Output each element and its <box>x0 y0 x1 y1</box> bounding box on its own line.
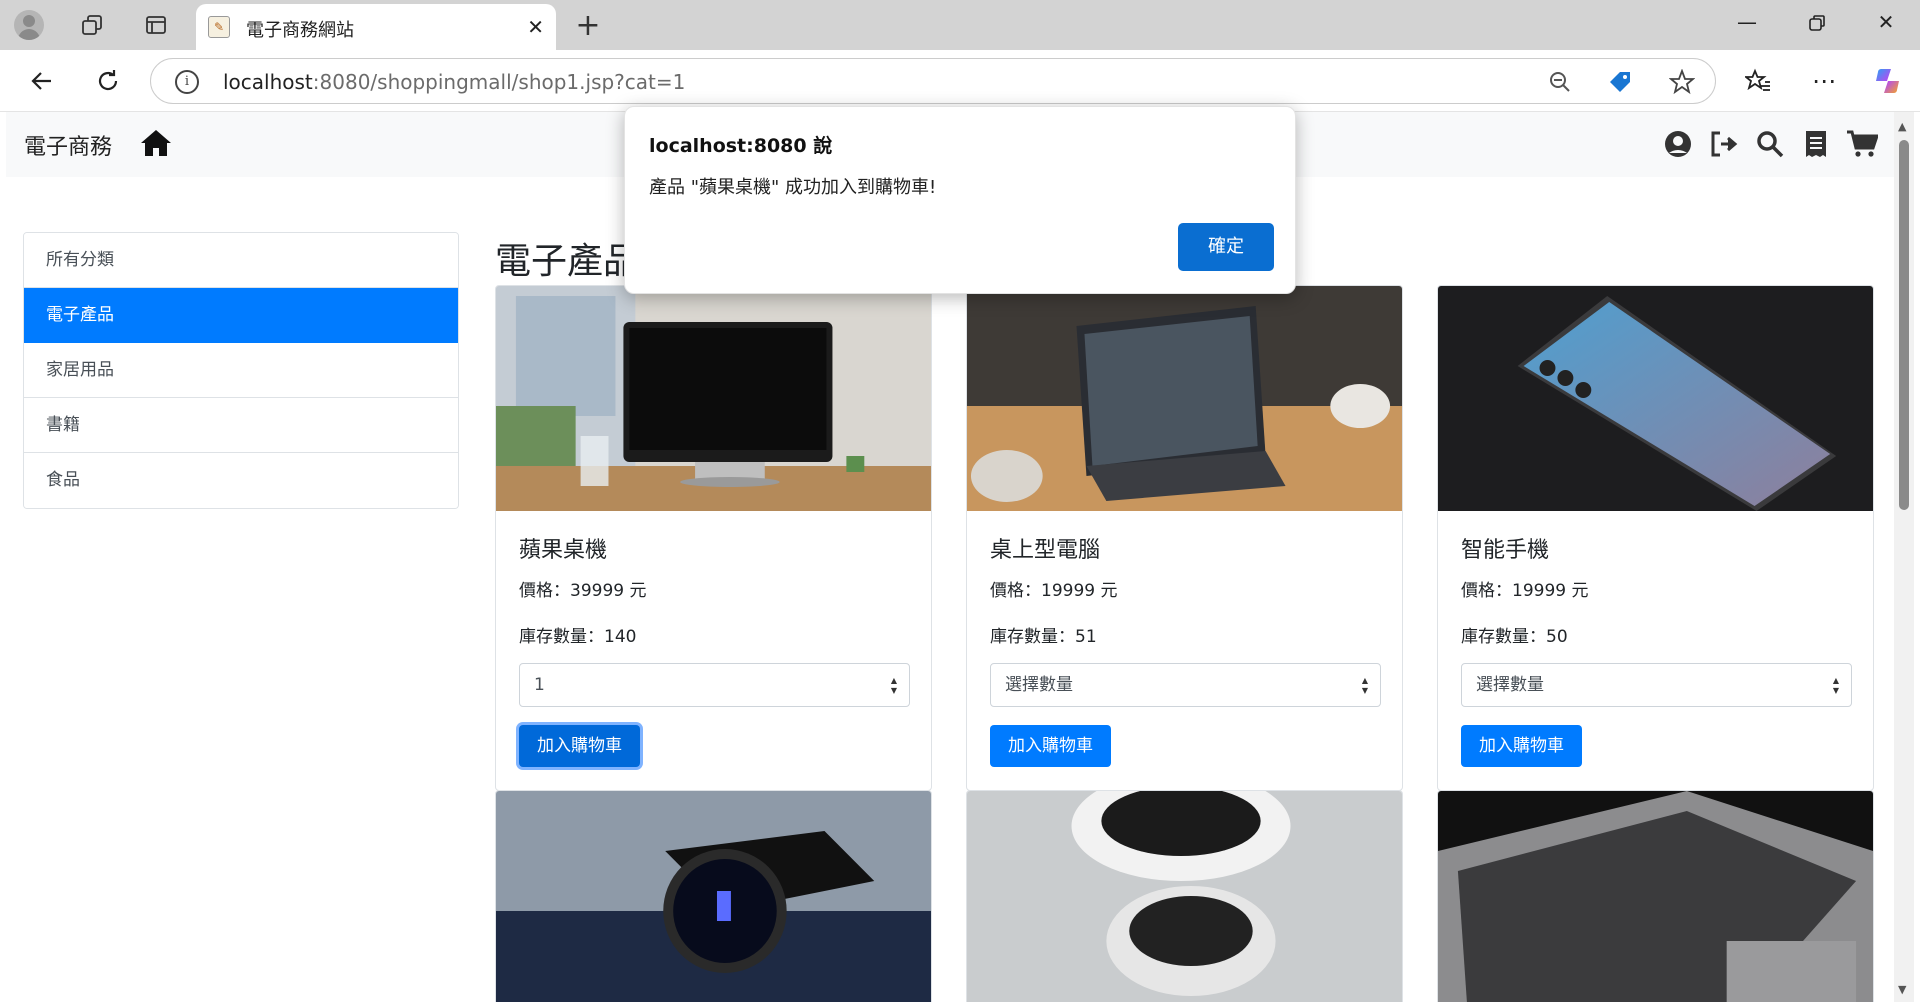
product-name: 智能手機 <box>1461 538 1550 563</box>
category-item-food[interactable]: 食品 <box>24 453 458 508</box>
product-stock: 庫存數量：140 <box>519 627 637 647</box>
search-icon[interactable] <box>1754 128 1786 160</box>
product-image-smartphone <box>1438 286 1873 511</box>
product-card: 桌上型電腦 價格：19999 元 庫存數量：51 選擇數量 ▲ ▼ 加入購物車 <box>966 285 1403 791</box>
quantity-select[interactable]: 選擇數量 ▲ ▼ <box>1461 663 1852 707</box>
product-card <box>1437 790 1874 1002</box>
category-list: 所有分類 電子產品 家居用品 書籍 食品 <box>23 232 459 509</box>
add-to-cart-button[interactable]: 加入購物車 <box>1461 725 1582 767</box>
product-card: 蘋果桌機 價格：39999 元 庫存數量：140 1 ▲ ▼ 加入購物車 <box>495 285 932 791</box>
scroll-down-icon[interactable]: ▼ <box>1898 983 1906 996</box>
product-stock: 庫存數量：50 <box>1461 627 1568 647</box>
profile-icon[interactable] <box>14 10 44 40</box>
page-scrollbar[interactable]: ▲ ▼ <box>1894 112 1914 1002</box>
dialog-title: localhost:8080 說 <box>649 135 833 157</box>
product-price: 價格：39999 元 <box>519 581 647 601</box>
product-card <box>495 790 932 1002</box>
zoom-out-icon[interactable] <box>1545 67 1575 97</box>
category-item-all[interactable]: 所有分類 <box>24 233 458 288</box>
home-icon[interactable] <box>140 128 172 162</box>
user-account-icon[interactable] <box>1662 128 1694 160</box>
back-icon[interactable] <box>22 62 62 100</box>
product-image-desktop <box>496 286 931 511</box>
browser-tab-strip: ✎ 電子商務網站 ✕ + — ✕ <box>0 0 1920 50</box>
select-arrow-icon: ▲ ▼ <box>1832 676 1839 695</box>
site-info-icon[interactable]: i <box>175 70 199 94</box>
dialog-ok-button[interactable]: 確定 <box>1178 223 1274 271</box>
product-image-tablet <box>967 286 1402 511</box>
favorites-list-icon[interactable] <box>1738 62 1778 100</box>
tab-actions-icon[interactable] <box>136 7 176 43</box>
scroll-up-icon[interactable]: ▲ <box>1898 120 1906 133</box>
product-price: 價格：19999 元 <box>990 581 1118 601</box>
browser-tab-active[interactable]: ✎ 電子商務網站 ✕ <box>196 4 556 50</box>
category-item-books[interactable]: 書籍 <box>24 398 458 453</box>
tab-title: 電子商務網站 <box>246 20 354 41</box>
minimize-icon[interactable]: — <box>1727 10 1767 40</box>
more-menu-icon[interactable]: ⋯ <box>1804 62 1844 100</box>
reload-icon[interactable] <box>88 62 128 100</box>
scrollbar-thumb[interactable] <box>1899 140 1909 510</box>
coupon-tag-icon[interactable] <box>1605 67 1635 97</box>
logout-icon[interactable] <box>1708 128 1740 160</box>
add-to-cart-button[interactable]: 加入購物車 <box>990 725 1111 767</box>
product-price: 價格：19999 元 <box>1461 581 1589 601</box>
orders-receipt-icon[interactable] <box>1800 128 1832 160</box>
browser-toolbar: i localhost:8080/shoppingmall/shop1.jsp?… <box>0 50 1920 112</box>
quantity-select[interactable]: 1 ▲ ▼ <box>519 663 910 707</box>
tab-close-icon[interactable]: ✕ <box>527 15 544 39</box>
address-bar[interactable]: i localhost:8080/shoppingmall/shop1.jsp?… <box>150 58 1716 104</box>
workspaces-icon[interactable] <box>72 7 112 43</box>
product-stock: 庫存數量：51 <box>990 627 1097 647</box>
dialog-message: 產品 "蘋果桌機" 成功加入到購物車! <box>649 177 937 198</box>
product-card: 智能手機 價格：19999 元 庫存數量：50 選擇數量 ▲ ▼ 加入購物車 <box>1437 285 1874 791</box>
close-window-icon[interactable]: ✕ <box>1866 10 1906 40</box>
select-arrow-icon: ▲ ▼ <box>1361 676 1368 695</box>
site-favicon-icon: ✎ <box>208 16 230 38</box>
product-card <box>966 790 1403 1002</box>
alert-dialog: localhost:8080 說 產品 "蘋果桌機" 成功加入到購物車! 確定 <box>624 106 1296 294</box>
product-image-earbuds <box>967 791 1402 1002</box>
product-name: 蘋果桌機 <box>519 538 608 563</box>
shopping-cart-icon[interactable] <box>1846 128 1878 160</box>
product-image-smartwatch <box>496 791 931 1002</box>
category-item-home[interactable]: 家居用品 <box>24 343 458 398</box>
product-name: 桌上型電腦 <box>990 538 1101 563</box>
select-arrow-icon: ▲ ▼ <box>890 676 897 695</box>
favorite-star-icon[interactable] <box>1667 67 1697 97</box>
product-image-laptop <box>1438 791 1873 1002</box>
category-heading: 電子產品 <box>495 241 640 282</box>
new-tab-icon[interactable]: + <box>570 8 606 43</box>
quantity-select[interactable]: 選擇數量 ▲ ▼ <box>990 663 1381 707</box>
url-text[interactable]: localhost:8080/shoppingmall/shop1.jsp?ca… <box>223 70 685 94</box>
site-brand[interactable]: 電子商務 <box>24 129 112 161</box>
category-item-electronics[interactable]: 電子產品 <box>24 288 458 343</box>
add-to-cart-button[interactable]: 加入購物車 <box>519 725 640 767</box>
restore-icon[interactable] <box>1797 10 1837 40</box>
copilot-icon[interactable] <box>1868 62 1908 100</box>
